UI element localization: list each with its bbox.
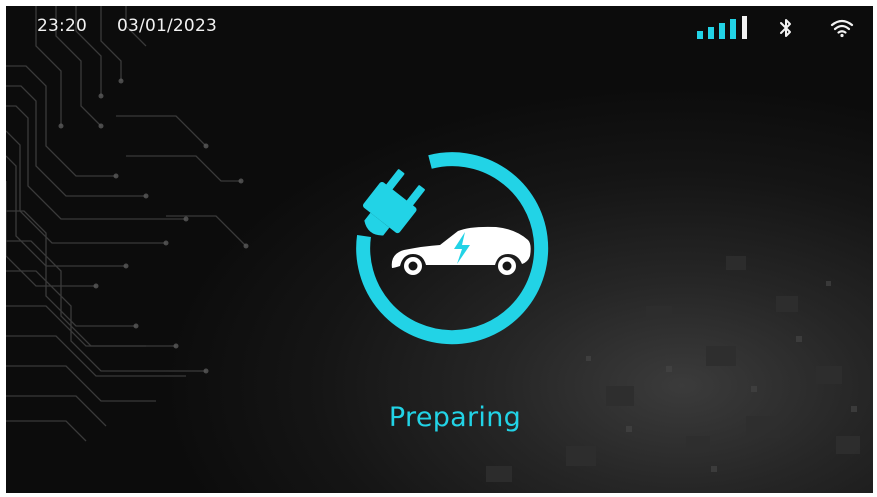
signal-strength-icon (696, 16, 748, 44)
clock-date: 03/01/2023 (117, 16, 217, 36)
ev-plug-car-icon (356, 152, 549, 345)
wifi-icon (830, 18, 854, 42)
charging-status-label: Preparing (388, 402, 522, 433)
clock-time: 23:20 (37, 16, 87, 36)
bluetooth-icon (779, 17, 793, 43)
status-bar: 23:20 03/01/2023 (6, 6, 873, 50)
charger-screen: 23:20 03/01/2023 Preparing (6, 6, 873, 493)
